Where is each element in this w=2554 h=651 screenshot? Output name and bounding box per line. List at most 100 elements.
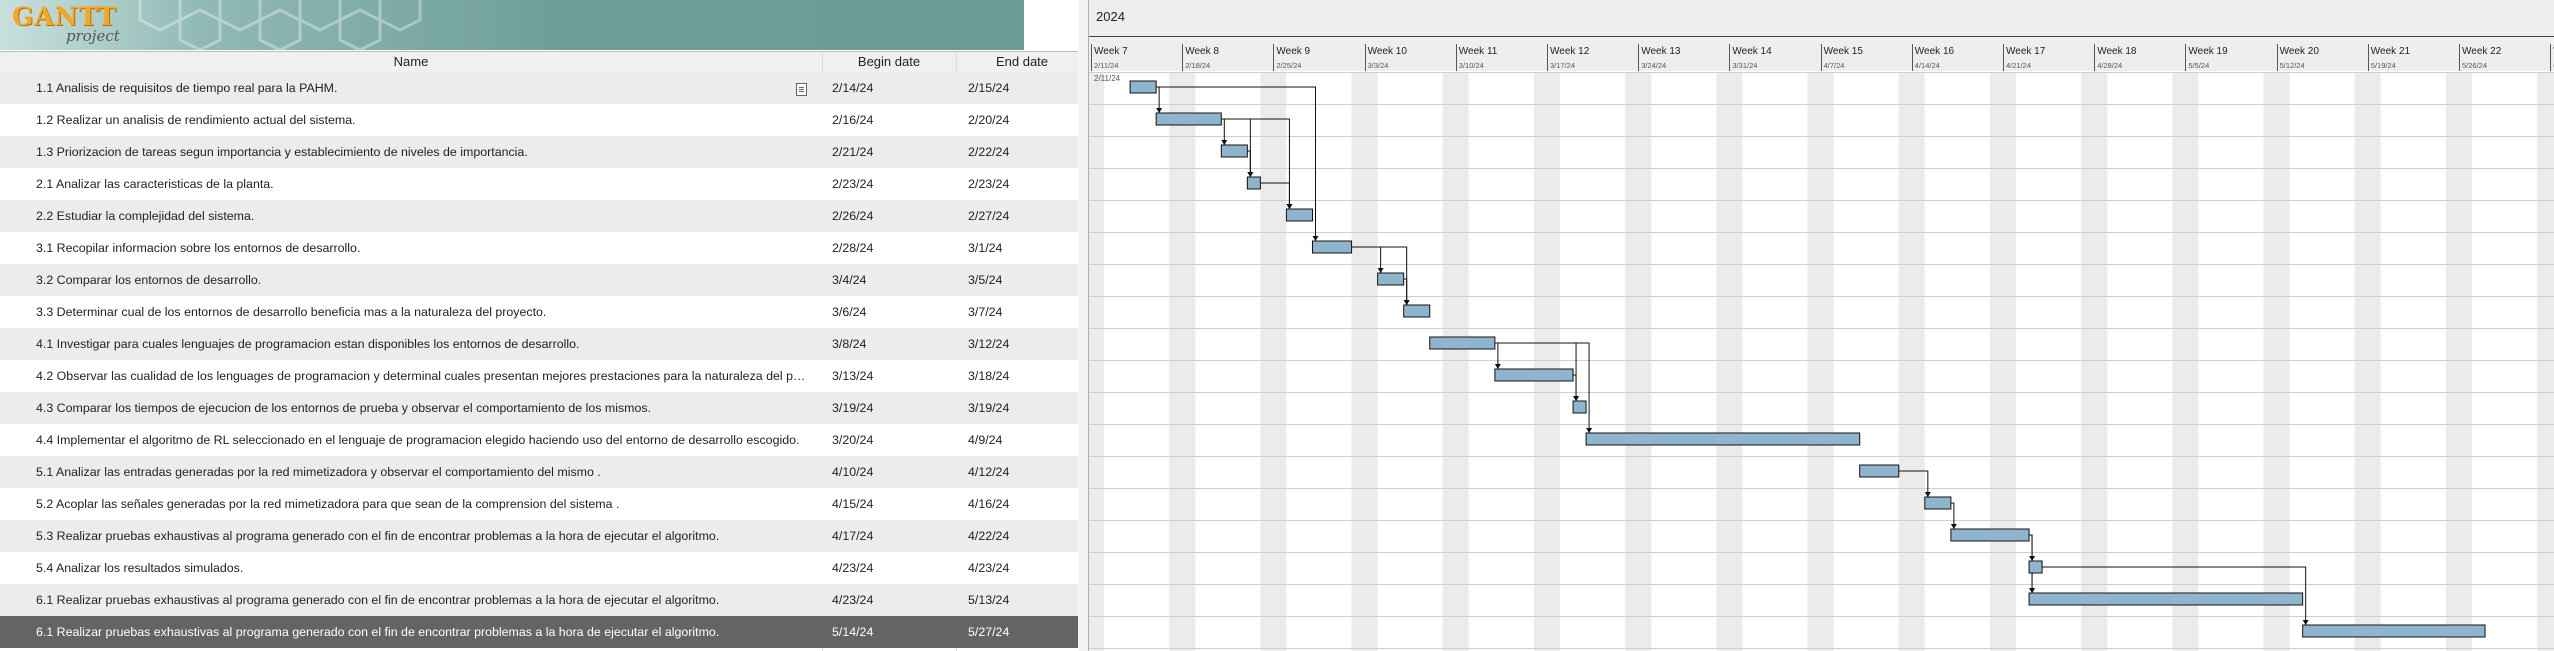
task-bar[interactable] xyxy=(1246,176,1261,190)
weekend-shade xyxy=(1442,72,1456,651)
weekend-shade xyxy=(1911,72,1925,651)
task-row[interactable]: 3.2 Comparar los entornos de desarrollo.… xyxy=(0,264,1088,296)
task-name: 1.3 Priorizacion de tareas segun importa… xyxy=(36,145,528,159)
task-bar[interactable] xyxy=(2028,560,2043,574)
task-row[interactable]: 3.3 Determinar cual de los entornos de d… xyxy=(0,296,1088,328)
task-name: 3.1 Recopilar informacion sobre los ento… xyxy=(36,241,361,255)
task-row[interactable]: 2.1 Analizar las caracteristicas de la p… xyxy=(0,168,1088,200)
task-bar[interactable] xyxy=(2302,624,2486,638)
weekend-shade xyxy=(2367,72,2381,651)
task-row[interactable]: 6.1 Realizar pruebas exhaustivas al prog… xyxy=(0,584,1088,616)
task-bar[interactable] xyxy=(1585,432,1861,446)
task-row[interactable]: 5.4 Analizar los resultados simulados. 4/… xyxy=(0,552,1088,584)
task-name: 4.2 Observar las cualidad de los lenguag… xyxy=(36,369,806,383)
task-row[interactable]: 6.1 Realizar pruebas exhaustivas al prog… xyxy=(0,616,1088,648)
weekend-shade xyxy=(1638,72,1652,651)
task-table-panel: GANTT project Name Begin date End date 1… xyxy=(0,0,1088,651)
task-begin-date: 2/16/24 xyxy=(832,113,874,127)
weekend-shade xyxy=(2459,72,2473,651)
task-row[interactable]: 3.1 Recopilar informacion sobre los ento… xyxy=(0,232,1088,264)
task-bar[interactable] xyxy=(1220,144,1248,158)
task-end-date: 2/20/24 xyxy=(968,113,1010,127)
task-begin-date: 4/17/24 xyxy=(832,529,874,543)
task-end-date: 4/16/24 xyxy=(968,497,1010,511)
weekend-shade xyxy=(1260,72,1274,651)
weekend-shade xyxy=(2185,72,2199,651)
task-begin-date: 2/26/24 xyxy=(832,209,874,223)
weekend-shade xyxy=(1089,72,1091,651)
task-bar[interactable] xyxy=(1859,464,1900,478)
weekend-shade xyxy=(1898,72,1912,651)
task-name: 2.2 Estudiar la complejidad del sistema. xyxy=(36,209,255,223)
weekend-shade xyxy=(2445,72,2459,651)
weekend-shade xyxy=(2172,72,2186,651)
task-bar[interactable] xyxy=(1311,240,1353,254)
task-bar[interactable] xyxy=(1572,400,1587,414)
task-end-date: 3/7/24 xyxy=(968,305,1003,319)
note-icon[interactable] xyxy=(796,83,807,96)
task-row[interactable]: 4.3 Comparar los tiempos de ejecucion de… xyxy=(0,392,1088,424)
dependency-arrowhead xyxy=(1286,204,1293,209)
task-row[interactable]: 1.3 Priorizacion de tareas segun importa… xyxy=(0,136,1088,168)
dependency-arrowhead xyxy=(1221,140,1228,145)
task-end-date: 5/27/24 xyxy=(968,625,1010,639)
task-bar[interactable] xyxy=(1403,304,1431,318)
dependency-arrowhead xyxy=(2302,620,2309,625)
hexagon-pattern-icon xyxy=(138,0,422,50)
task-name: 1.1 Analisis de requisitos de tiempo rea… xyxy=(36,81,338,95)
weekend-shade xyxy=(1533,72,1547,651)
task-bar[interactable] xyxy=(1377,272,1405,286)
task-bar[interactable] xyxy=(1924,496,1952,510)
weekend-shade xyxy=(2537,72,2551,651)
task-begin-date: 5/14/24 xyxy=(832,625,874,639)
gantt-bars-canvas[interactable] xyxy=(1089,0,2554,651)
weekend-shade xyxy=(2354,72,2368,651)
task-row[interactable]: 5.1 Analizar las entradas generadas por … xyxy=(0,456,1088,488)
weekend-shade xyxy=(1807,72,1821,651)
weekend-shade xyxy=(2263,72,2277,651)
task-bar[interactable] xyxy=(1129,80,1157,94)
dependency-arrowhead xyxy=(1156,108,1163,113)
weekend-shade xyxy=(2081,72,2095,651)
table-scroll-area[interactable] xyxy=(1078,0,1088,651)
task-row[interactable]: 5.3 Realizar pruebas exhaustivas al prog… xyxy=(0,520,1088,552)
task-end-date: 3/5/24 xyxy=(968,273,1003,287)
table-header: Name Begin date End date xyxy=(0,51,1088,73)
task-name: 4.1 Investigar para cuales lenguajes de … xyxy=(36,337,580,351)
dependency-arrowhead xyxy=(1950,524,1957,529)
task-name: 5.4 Analizar los resultados simulados. xyxy=(36,561,244,575)
task-row[interactable]: 1.1 Analisis de requisitos de tiempo rea… xyxy=(0,72,1088,104)
task-begin-date: 4/23/24 xyxy=(832,561,874,575)
task-row[interactable]: 4.2 Observar las cualidad de los lenguag… xyxy=(0,360,1088,392)
task-begin-date: 2/14/24 xyxy=(832,81,874,95)
task-bar[interactable] xyxy=(1429,336,1496,350)
task-row[interactable]: 4.1 Investigar para cuales lenguajes de … xyxy=(0,328,1088,360)
task-row[interactable]: 1.2 Realizar un analisis de rendimiento … xyxy=(0,104,1088,136)
weekend-shade xyxy=(1091,72,1105,651)
task-bar[interactable] xyxy=(1494,368,1574,382)
weekend-shade xyxy=(1716,72,1730,651)
weekend-shade xyxy=(1455,72,1469,651)
task-bar[interactable] xyxy=(1950,528,2030,542)
task-end-date: 2/15/24 xyxy=(968,81,1010,95)
weekend-shade xyxy=(1169,72,1183,651)
task-begin-date: 4/10/24 xyxy=(832,465,874,479)
dependency-arrowhead xyxy=(1377,268,1384,273)
column-header-name[interactable]: Name xyxy=(0,52,822,72)
task-row[interactable]: 2.2 Estudiar la complejidad del sistema.… xyxy=(0,200,1088,232)
task-begin-date: 4/15/24 xyxy=(832,497,874,511)
weekend-shade xyxy=(1273,72,1287,651)
weekend-shade xyxy=(1547,72,1561,651)
task-row[interactable]: 5.2 Acoplar las señales generadas por la… xyxy=(0,488,1088,520)
task-end-date: 2/22/24 xyxy=(968,145,1010,159)
column-header-end-date[interactable]: End date xyxy=(957,52,1087,72)
task-bar[interactable] xyxy=(2028,592,2304,606)
dependency-arrowhead xyxy=(1586,428,1593,433)
task-bar[interactable] xyxy=(1155,112,1222,126)
task-name: 6.1 Realizar pruebas exhaustivas al prog… xyxy=(36,593,720,607)
task-bar[interactable] xyxy=(1285,208,1313,222)
task-name: 5.3 Realizar pruebas exhaustivas al prog… xyxy=(36,529,720,543)
column-header-begin-date[interactable]: Begin date xyxy=(823,52,955,72)
task-begin-date: 3/8/24 xyxy=(832,337,867,351)
task-row[interactable]: 4.4 Implementar el algoritmo de RL selec… xyxy=(0,424,1088,456)
